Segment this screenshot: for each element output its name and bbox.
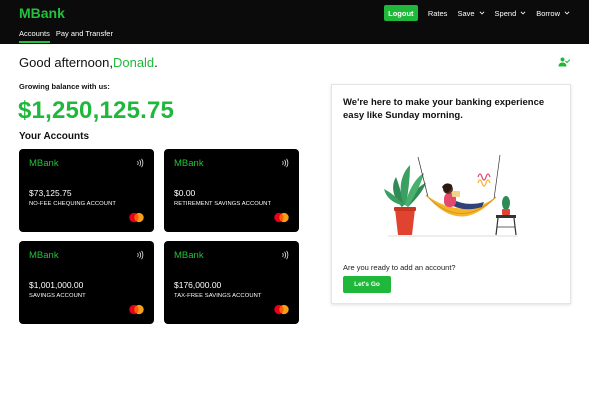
nav-save-label: Save (457, 8, 475, 18)
nav-rates-label: Rates (427, 8, 448, 18)
card-brand: MBank (29, 158, 59, 169)
mastercard-logo-icon (129, 304, 144, 315)
mastercard-logo-icon (274, 212, 289, 223)
logout-button[interactable]: Logout (383, 5, 418, 21)
card-brand: MBank (174, 250, 204, 261)
account-card[interactable]: MBank $1,001,000.00 SAVINGS ACCOUNT (19, 241, 154, 324)
top-nav-actions: Logout Rates Save Spend Borrow (383, 5, 570, 21)
card-account-name: RETIREMENT SAVINGS ACCOUNT (174, 201, 272, 207)
card-balance: $73,125.75 (29, 188, 72, 198)
nav-borrow-label: Borrow (536, 8, 560, 18)
nav-rates[interactable]: Rates (428, 9, 448, 18)
contactless-icon (137, 250, 144, 260)
nav-spend-label: Spend (494, 8, 517, 18)
balance-value: $1,250,125.75 (18, 97, 175, 124)
card-account-name: NO-FEE CHEQUING ACCOUNT (29, 201, 117, 207)
account-card[interactable]: MBank $73,125.75 NO-FEE CHEQUING ACCOUNT (19, 149, 154, 232)
mastercard-logo-icon (129, 212, 144, 223)
chevron-down-icon (564, 11, 570, 15)
account-card[interactable]: MBank $0.00 RETIREMENT SAVINGS ACCOUNT (164, 149, 299, 232)
contactless-icon (282, 158, 289, 168)
top-navigation-bar: MBank Logout Rates Save Spend Borrow Acc… (0, 0, 589, 44)
greeting-prefix: Good afternoon, (19, 55, 113, 70)
nav-spend[interactable]: Spend (495, 9, 527, 18)
account-card[interactable]: MBank $176,000.00 TAX-FREE SAVINGS ACCOU… (164, 241, 299, 324)
greeting-suffix: . (154, 55, 158, 70)
nav-borrow[interactable]: Borrow (536, 9, 570, 18)
person-in-hammock-illustration (384, 154, 518, 237)
nav-save[interactable]: Save (457, 9, 484, 18)
tab-accounts[interactable]: Accounts (19, 29, 50, 43)
card-brand: MBank (174, 158, 204, 169)
brand-logo[interactable]: MBank (19, 5, 65, 21)
card-balance: $1,001,000.00 (29, 280, 84, 290)
promo-question: Are you ready to add an account? (343, 263, 456, 272)
add-account-promo-card: We're here to make your banking experien… (331, 84, 571, 304)
accounts-section-title: Your Accounts (19, 131, 90, 142)
chevron-down-icon (479, 11, 484, 15)
card-account-name: TAX-FREE SAVINGS ACCOUNT (174, 293, 262, 299)
tab-pay-and-transfer[interactable]: Pay and Transfer (56, 29, 113, 43)
user-check-icon[interactable] (558, 56, 570, 68)
greeting-user-name: Donald (112, 55, 155, 70)
chevron-down-icon (520, 11, 526, 15)
greeting-text: Good afternoon,Donald. (19, 55, 158, 70)
card-balance: $0.00 (174, 188, 196, 198)
mastercard-logo-icon (274, 304, 289, 315)
card-brand: MBank (29, 250, 59, 261)
card-balance: $176,000.00 (174, 280, 222, 290)
contactless-icon (137, 158, 144, 168)
card-account-name: SAVINGS ACCOUNT (29, 293, 86, 299)
contactless-icon (282, 250, 289, 260)
promo-heading: We're here to make your banking experien… (343, 97, 545, 121)
account-tabs: Accounts Pay and Transfer (19, 29, 119, 43)
lets-go-button[interactable]: Let's Go (343, 276, 391, 293)
balance-label: Growing balance with us: (19, 82, 110, 91)
